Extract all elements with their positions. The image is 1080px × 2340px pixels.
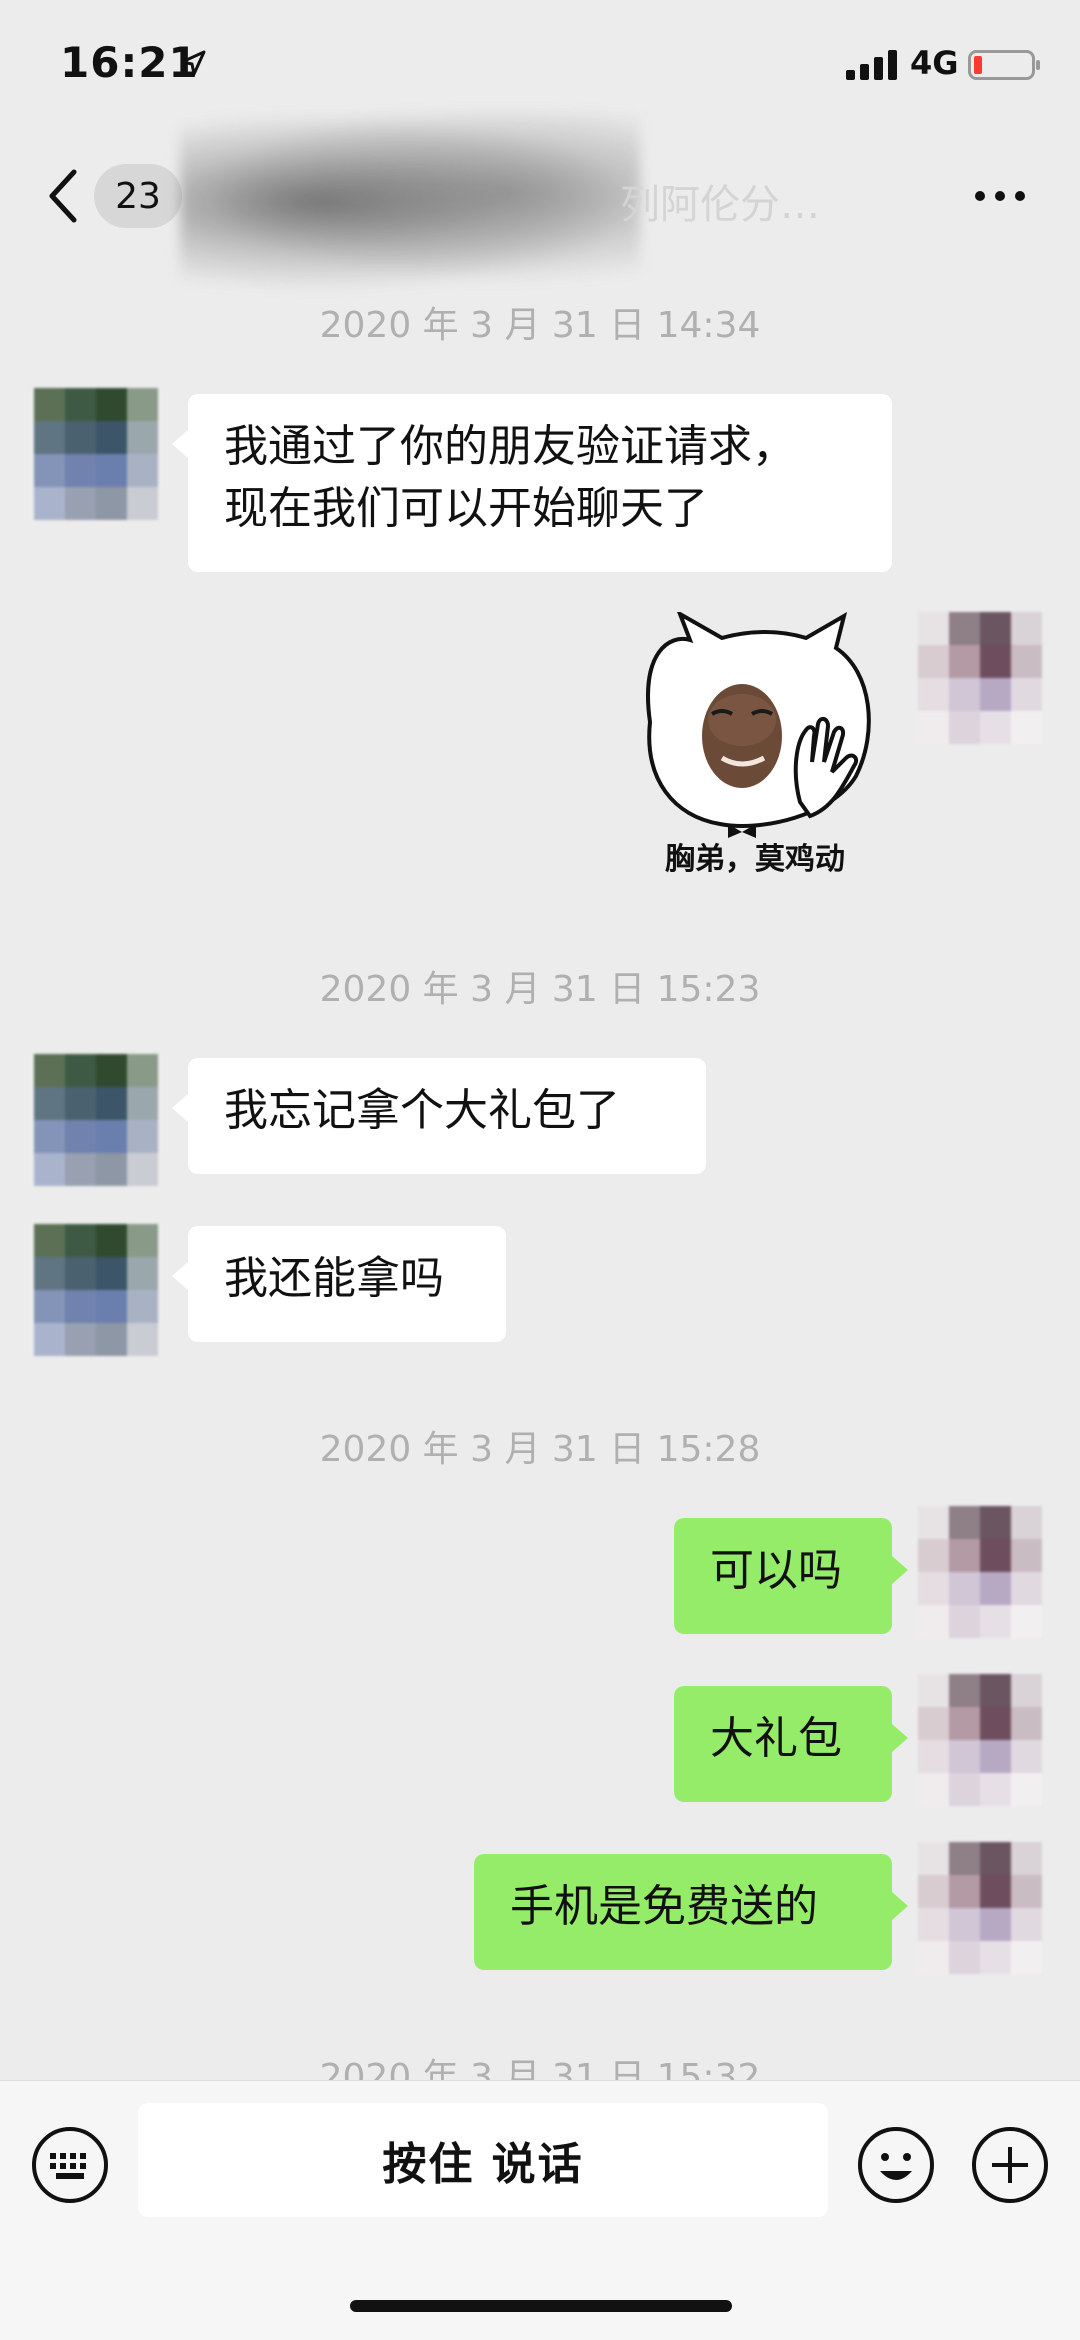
status-bar: 16:21 4G — [0, 0, 1080, 130]
sticker-message[interactable]: 胸弟，莫鸡动 — [610, 609, 900, 890]
message-bubble-outgoing[interactable]: 可以吗 — [674, 1518, 908, 1634]
sticker-caption: 胸弟，莫鸡动 — [665, 842, 845, 877]
message-text: 大礼包 — [710, 1713, 842, 1764]
emoji-icon[interactable] — [856, 2125, 936, 2205]
message-bubble-outgoing[interactable]: 手机是免费送的 — [474, 1854, 908, 1970]
meme-face-sticker-image — [646, 609, 871, 838]
message-text: 现在我们可以开始聊天了 — [224, 483, 708, 534]
own-avatar[interactable] — [918, 1674, 1042, 1806]
own-avatar[interactable] — [918, 612, 1042, 744]
message-text: 我通过了你的朋友验证请求， — [224, 421, 796, 472]
message-bubble-incoming[interactable]: 我还能拿吗 — [172, 1226, 506, 1342]
contact-avatar[interactable] — [34, 388, 158, 520]
timestamp: 2020 年 3 月 31 日 15:23 — [319, 969, 761, 1010]
timestamp: 2020 年 3 月 31 日 14:34 — [319, 305, 761, 346]
keyboard-icon[interactable] — [30, 2125, 110, 2205]
plus-icon[interactable] — [970, 2125, 1050, 2205]
message-text: 可以吗 — [710, 1545, 842, 1596]
contact-avatar[interactable] — [34, 1054, 158, 1186]
home-indicator[interactable] — [350, 2300, 732, 2312]
timestamp: 2020 年 3 月 31 日 15:28 — [319, 1429, 761, 1470]
title-redaction-smudge — [180, 112, 640, 292]
message-bubble-outgoing[interactable]: 大礼包 — [674, 1686, 908, 1802]
contact-avatar[interactable] — [34, 1224, 158, 1356]
signal-strength-icon — [846, 50, 897, 80]
message-bubble-incoming[interactable]: 我忘记拿个大礼包了 — [172, 1058, 706, 1174]
unread-count-badge[interactable]: 23 — [94, 164, 182, 228]
message-bubble-incoming[interactable]: 我通过了你的朋友验证请求， 现在我们可以开始聊天了 — [172, 394, 892, 572]
message-text: 我忘记拿个大礼包了 — [224, 1085, 620, 1136]
chat-header: 23 列阿伦分… — [0, 112, 1080, 292]
more-options-icon[interactable] — [972, 186, 1028, 206]
own-avatar[interactable] — [918, 1506, 1042, 1638]
message-text: 手机是免费送的 — [510, 1881, 818, 1932]
chat-title: 列阿伦分… — [620, 182, 820, 228]
location-arrow-icon — [180, 50, 206, 76]
battery-low-icon — [968, 50, 1040, 80]
message-text: 我还能拿吗 — [224, 1253, 444, 1304]
back-chevron-icon[interactable] — [44, 166, 80, 226]
network-type: 4G — [910, 44, 959, 82]
own-avatar[interactable] — [918, 1842, 1042, 1974]
hold-to-talk-button[interactable]: 按住 说话 — [138, 2103, 828, 2217]
